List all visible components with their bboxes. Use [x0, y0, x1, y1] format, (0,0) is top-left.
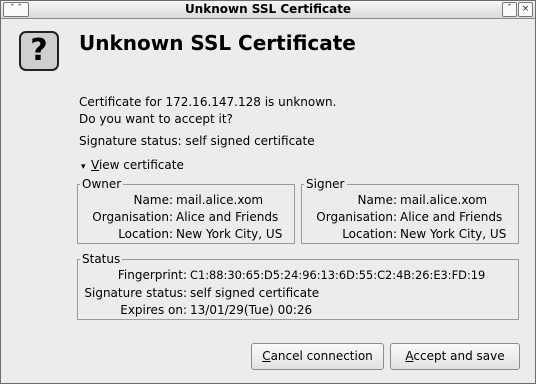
expires-value: 13/01/29(Tue) 00:26 [190, 303, 313, 317]
fingerprint-label: Fingerprint: [117, 268, 187, 282]
fingerprint-value: C1:88:30:65:D5:24:96:13:6D:55:C2:4B:26:E… [190, 268, 486, 282]
signature-status-line: Signature status: self signed certificat… [79, 134, 315, 148]
close-button[interactable]: × [518, 2, 533, 17]
dialog-heading: Unknown SSL Certificate [79, 31, 356, 55]
expires-label: Expires on: [120, 303, 187, 317]
signer-location-label: Location: [342, 227, 397, 241]
owner-org-value: Alice and Friends [176, 210, 279, 224]
question-icon: ? [19, 31, 59, 71]
cancel-connection-button[interactable]: Cancel connection [251, 343, 384, 370]
signer-name-value: mail.alice.xom [400, 193, 488, 207]
dialog-window: ˇ ˆ Unknown SSL Certificate ˆ × ? Unknow… [0, 0, 536, 384]
owner-legend: Owner [82, 177, 122, 191]
owner-location-value: New York City, US [176, 227, 283, 241]
signer-legend: Signer [306, 177, 345, 191]
status-signature-label: Signature status: [84, 286, 187, 300]
accept-label: ccept and save [413, 349, 505, 363]
window-title: Unknown SSL Certificate [184, 2, 352, 16]
expander-label: iew certificate [98, 158, 184, 172]
cancel-label: ancel connection [270, 349, 373, 363]
status-signature-value: self signed certificate [190, 286, 320, 300]
owner-location-label: Location: [118, 227, 173, 241]
owner-name-value: mail.alice.xom [176, 193, 264, 207]
cancel-mnemonic: C [262, 349, 271, 363]
signer-org-label: Organisation: [316, 210, 397, 224]
maximize-button[interactable]: ˆ [502, 2, 517, 17]
view-certificate-expander[interactable]: ▾ View certificate [81, 158, 184, 172]
message-line-2: Do you want to accept it? [79, 112, 233, 126]
expander-arrow-icon: ▾ [81, 162, 86, 172]
owner-org-label: Organisation: [92, 210, 173, 224]
accept-and-save-button[interactable]: Accept and save [390, 343, 520, 370]
signer-name-label: Name: [357, 193, 397, 207]
status-legend: Status [82, 252, 121, 266]
signer-location-value: New York City, US [400, 227, 507, 241]
signer-org-value: Alice and Friends [400, 210, 503, 224]
title-bar[interactable]: ˇ ˆ Unknown SSL Certificate ˆ × [1, 1, 535, 19]
message-line-1: Certificate for 172.16.147.128 is unknow… [79, 95, 337, 109]
owner-name-label: Name: [133, 193, 173, 207]
expander-mnemonic: V [91, 158, 99, 172]
